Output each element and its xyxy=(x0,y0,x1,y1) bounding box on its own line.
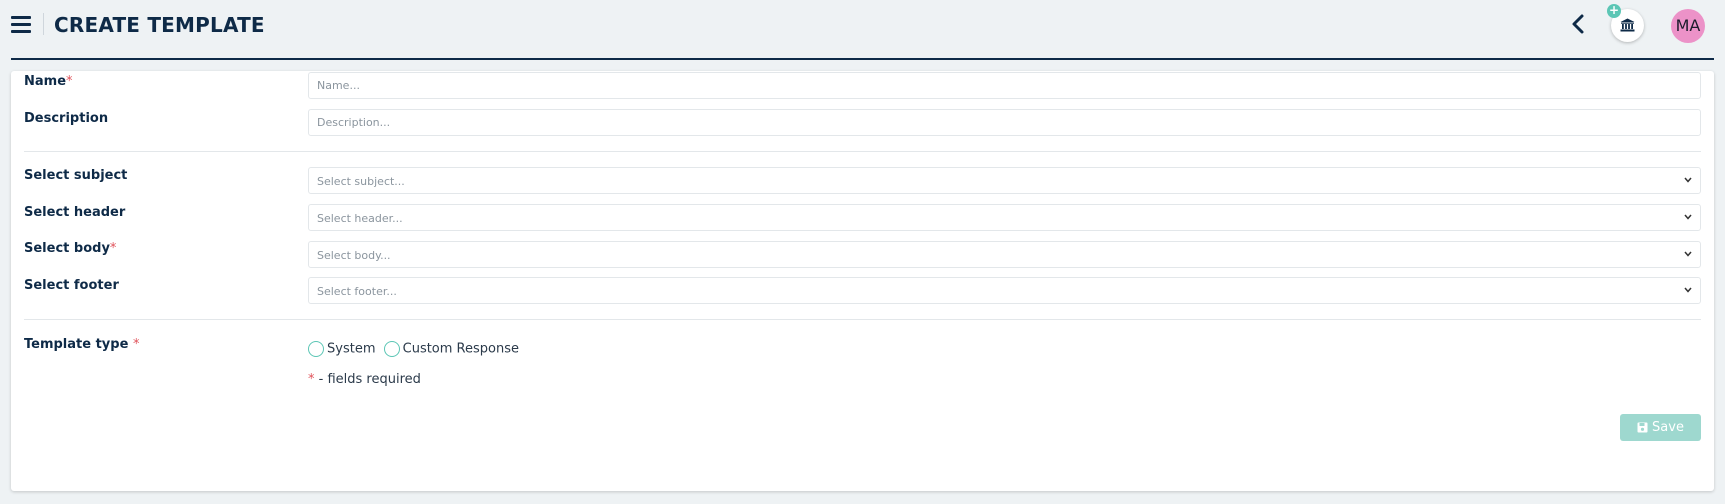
section-divider xyxy=(24,319,1701,320)
body-select[interactable]: Select body... xyxy=(308,241,1701,268)
radio-option-system[interactable]: System xyxy=(308,341,375,357)
footer-select-value: Select footer... xyxy=(317,285,397,298)
chevron-down-icon xyxy=(1684,214,1692,220)
institution-button[interactable]: + xyxy=(1607,4,1644,42)
create-template-form: Name* Description Select subject Select … xyxy=(11,71,1714,491)
radio-button[interactable] xyxy=(308,341,324,357)
chevron-down-icon xyxy=(1684,251,1692,257)
chevron-down-icon xyxy=(1684,287,1692,293)
header-underline xyxy=(11,58,1714,60)
header-select[interactable]: Select header... xyxy=(308,204,1701,231)
radio-label-custom-response: Custom Response xyxy=(402,341,519,357)
required-mark: * xyxy=(132,337,140,352)
required-fields-note: * - fields required xyxy=(308,372,421,387)
chevron-left-icon[interactable] xyxy=(1569,13,1587,35)
description-field-wrapper xyxy=(308,109,1701,136)
name-label: Name* xyxy=(24,74,73,89)
hamburger-menu-icon[interactable] xyxy=(11,16,31,34)
save-button[interactable]: Save xyxy=(1620,414,1701,441)
chevron-down-icon xyxy=(1684,177,1692,183)
floppy-disk-icon xyxy=(1637,422,1648,433)
footer-label: Select footer xyxy=(24,278,119,293)
radio-button[interactable] xyxy=(383,341,400,357)
template-type-radio-group: System Custom Response xyxy=(308,341,523,361)
footer-select[interactable]: Select footer... xyxy=(308,277,1701,304)
header-label: Select header xyxy=(24,205,126,220)
subject-select[interactable]: Select subject... xyxy=(308,167,1701,194)
required-mark: * xyxy=(66,74,73,89)
save-button-label: Save xyxy=(1652,420,1684,435)
section-divider xyxy=(24,151,1701,152)
radio-option-custom-response[interactable]: Custom Response xyxy=(383,341,519,357)
subject-select-value: Select subject... xyxy=(317,175,405,188)
description-label: Description xyxy=(24,111,109,126)
required-mark: * xyxy=(109,241,117,256)
subject-label: Select subject xyxy=(24,168,128,183)
template-type-label: Template type * xyxy=(24,337,140,352)
header-separator xyxy=(43,13,44,35)
plus-badge: + xyxy=(1607,3,1621,18)
body-select-value: Select body... xyxy=(317,249,391,262)
header-select-value: Select header... xyxy=(317,212,403,225)
top-bar: CREATE TEMPLATE + MA xyxy=(0,0,1725,60)
avatar[interactable]: MA xyxy=(1671,9,1705,43)
radio-label-system: System xyxy=(327,341,376,357)
description-input[interactable] xyxy=(309,110,1700,135)
page-title: CREATE TEMPLATE xyxy=(54,13,265,37)
body-label: Select body* xyxy=(24,241,117,256)
name-input[interactable] xyxy=(309,73,1700,98)
bank-icon xyxy=(1620,18,1635,32)
name-field-wrapper xyxy=(308,72,1701,99)
